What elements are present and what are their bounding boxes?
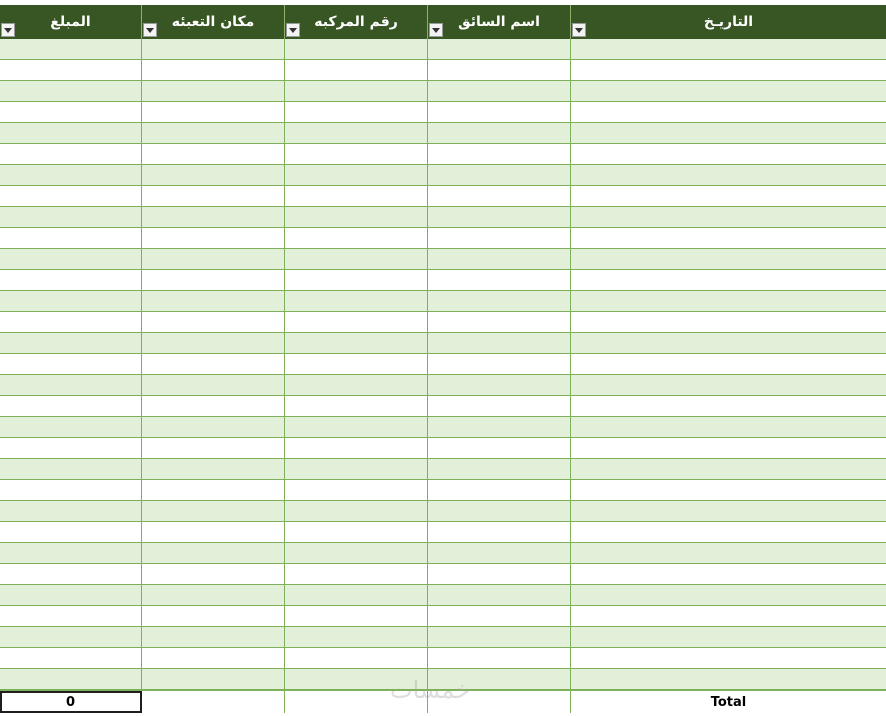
table-row[interactable] xyxy=(0,501,886,522)
column-header-label: رقم المركبه xyxy=(314,14,398,30)
table-row[interactable] xyxy=(0,102,886,123)
table-row[interactable] xyxy=(0,375,886,396)
table-row[interactable] xyxy=(0,81,886,102)
table-row[interactable] xyxy=(0,627,886,648)
column-header-amount[interactable]: المبلغ xyxy=(0,5,142,39)
total-label-cell[interactable]: Total xyxy=(571,691,886,713)
dropdown-arrow-icon[interactable] xyxy=(143,23,157,37)
column-header-label: التاريـخ xyxy=(703,14,754,30)
total-cell-empty[interactable] xyxy=(428,691,571,713)
column-header-label: اسم السائق xyxy=(458,14,540,30)
spreadsheet: المبلغ مكان التعبئه رقم المركبه اسم السا… xyxy=(0,0,886,716)
total-cell-empty[interactable] xyxy=(142,691,285,713)
column-header-label: المبلغ xyxy=(50,14,91,30)
column-divider xyxy=(284,39,285,690)
column-header-label: مكان التعبئه xyxy=(171,14,255,30)
table-row[interactable] xyxy=(0,60,886,81)
column-divider xyxy=(570,39,571,690)
table-total-row: 0 Total xyxy=(0,690,886,713)
table-row[interactable] xyxy=(0,228,886,249)
table-row[interactable] xyxy=(0,522,886,543)
table-row[interactable] xyxy=(0,585,886,606)
table-row[interactable] xyxy=(0,543,886,564)
column-divider xyxy=(141,39,142,690)
table-row[interactable] xyxy=(0,669,886,690)
table-row[interactable] xyxy=(0,417,886,438)
table-row[interactable] xyxy=(0,312,886,333)
table-row[interactable] xyxy=(0,123,886,144)
column-divider xyxy=(427,39,428,690)
table-row[interactable] xyxy=(0,165,886,186)
dropdown-arrow-icon[interactable] xyxy=(572,23,586,37)
column-header-fuel-place[interactable]: مكان التعبئه xyxy=(142,5,285,39)
table-row[interactable] xyxy=(0,39,886,60)
total-cell-empty[interactable] xyxy=(285,691,428,713)
table-row[interactable] xyxy=(0,459,886,480)
table-row[interactable] xyxy=(0,249,886,270)
table-row[interactable] xyxy=(0,438,886,459)
total-amount-cell[interactable]: 0 xyxy=(0,691,142,713)
column-header-date[interactable]: التاريـخ xyxy=(571,5,886,39)
dropdown-arrow-icon[interactable] xyxy=(429,23,443,37)
dropdown-arrow-icon[interactable] xyxy=(286,23,300,37)
table-row[interactable] xyxy=(0,144,886,165)
table-row[interactable] xyxy=(0,480,886,501)
table-row[interactable] xyxy=(0,333,886,354)
table-row[interactable] xyxy=(0,648,886,669)
column-header-driver-name[interactable]: اسم السائق xyxy=(428,5,571,39)
table-header-row: المبلغ مكان التعبئه رقم المركبه اسم السا… xyxy=(0,5,886,39)
table-row[interactable] xyxy=(0,207,886,228)
table-row[interactable] xyxy=(0,396,886,417)
table-row[interactable] xyxy=(0,564,886,585)
table-row[interactable] xyxy=(0,270,886,291)
table-row[interactable] xyxy=(0,291,886,312)
table-row[interactable] xyxy=(0,606,886,627)
column-header-vehicle-no[interactable]: رقم المركبه xyxy=(285,5,428,39)
table-row[interactable] xyxy=(0,354,886,375)
table-row[interactable] xyxy=(0,186,886,207)
dropdown-arrow-icon[interactable] xyxy=(1,23,15,37)
